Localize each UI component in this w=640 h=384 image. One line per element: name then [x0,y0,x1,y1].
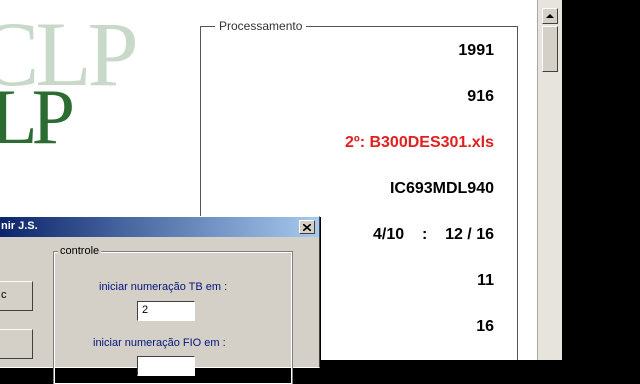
value-sixteen: 16 [476,318,494,335]
fio-label: iniciar numeração FIO em : [93,337,226,349]
controle-label: controle [58,245,102,257]
current-file: 2º: B300DES301.xls [344,134,494,151]
vertical-scrollbar[interactable] [537,0,562,360]
value-items: 916 [467,88,494,105]
fio-start-input[interactable] [137,356,195,376]
arrow-up-icon [546,14,554,18]
value-count: 1991 [458,42,494,59]
processing-title: Processamento [215,19,307,33]
dialog-titlebar[interactable]: nir J.S. [0,217,319,237]
value-eleven: 11 [477,272,494,289]
logo-letters: LP [0,73,75,160]
left-button-label: c [1,289,7,301]
scroll-up-button[interactable] [542,8,558,24]
left-button-lower[interactable] [0,329,33,359]
tb-start-input[interactable]: 2 [137,301,195,321]
progress-ratio: 4/10 : 12 / 16 [373,226,494,243]
dialog-title: nir J.S. [1,220,38,232]
scrollbar-thumb[interactable] [542,26,558,72]
close-button[interactable] [299,220,315,234]
options-dialog: nir J.S. c controle iniciar numeração TB… [0,216,320,384]
tb-label: iniciar numeração TB em : [99,281,228,293]
close-icon [303,223,311,231]
left-button[interactable]: c [0,281,33,311]
module-name: IC693MDL940 [389,180,494,197]
